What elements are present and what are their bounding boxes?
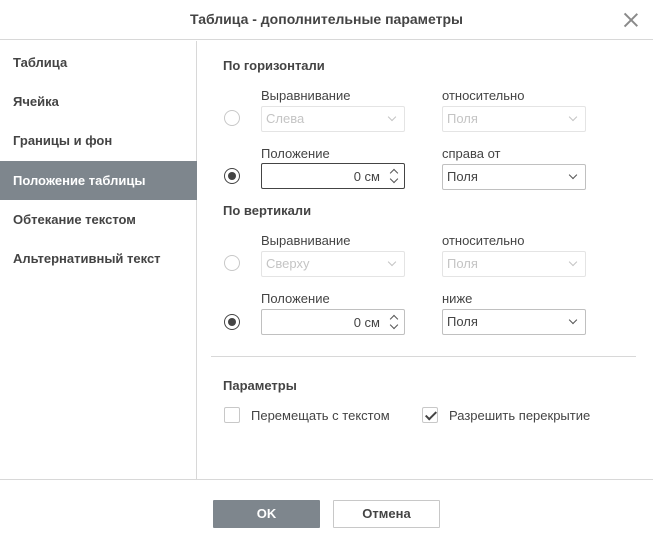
spin-down-icon[interactable] [389, 320, 399, 330]
horizontal-alignment-radio[interactable] [224, 110, 240, 126]
vertical-alignment-value: Сверху [266, 256, 310, 271]
vertical-alignment-radio[interactable] [224, 255, 240, 271]
cancel-button[interactable]: Отмена [333, 500, 440, 528]
dialog-title: Таблица - дополнительные параметры [190, 11, 463, 27]
allow-overlap-checkbox[interactable] [422, 407, 438, 423]
vertical-relative-label: относительно [442, 233, 525, 248]
table-advanced-settings-dialog: Таблица - дополнительные параметры Табли… [0, 0, 653, 535]
vertical-section-title: По вертикали [223, 203, 312, 218]
vertical-position-radio[interactable] [224, 314, 240, 330]
dialog-footer: OK Отмена [0, 479, 653, 535]
spin-down-icon[interactable] [389, 174, 399, 184]
chevron-down-icon [568, 257, 578, 267]
ok-button[interactable]: OK [213, 500, 320, 528]
horizontal-position-input[interactable]: 0 см [261, 163, 405, 189]
vertical-relative-value: Поля [447, 256, 478, 271]
sidebar: Таблица Ячейка Границы и фон Положение т… [0, 41, 197, 479]
content-panel: По горизонтали Выравнивание относительно… [198, 41, 653, 479]
sidebar-item-table[interactable]: Таблица [0, 43, 197, 82]
vertical-position-input[interactable]: 0 см [261, 309, 405, 335]
vertical-relative-select: Поля [442, 251, 586, 277]
vertical-alignment-select: Сверху [261, 251, 405, 277]
chevron-down-icon [387, 257, 397, 267]
allow-overlap-label[interactable]: Разрешить перекрытие [449, 408, 590, 423]
horizontal-right-of-label: справа от [442, 146, 501, 161]
sidebar-item-borders-background[interactable]: Границы и фон [0, 121, 197, 160]
sidebar-item-alt-text[interactable]: Альтернативный текст [0, 239, 197, 278]
chevron-down-icon [568, 315, 578, 325]
close-icon[interactable] [623, 12, 639, 28]
sidebar-item-text-wrapping[interactable]: Обтекание текстом [0, 200, 197, 239]
horizontal-relative-value: Поля [447, 111, 478, 126]
vertical-below-label: ниже [442, 291, 473, 306]
options-section-title: Параметры [223, 378, 297, 393]
vertical-position-value: 0 см [353, 315, 380, 330]
sidebar-item-cell[interactable]: Ячейка [0, 82, 197, 121]
move-with-text-checkbox[interactable] [224, 407, 240, 423]
sidebar-item-table-position[interactable]: Положение таблицы [0, 161, 197, 200]
vertical-below-value: Поля [447, 314, 478, 329]
horizontal-position-radio[interactable] [224, 168, 240, 184]
dialog-header: Таблица - дополнительные параметры [0, 0, 653, 40]
chevron-down-icon [387, 112, 397, 122]
horizontal-right-of-select[interactable]: Поля [442, 164, 586, 190]
horizontal-alignment-value: Слева [266, 111, 305, 126]
section-divider [211, 356, 636, 357]
vertical-position-label: Положение [261, 291, 330, 306]
horizontal-right-of-value: Поля [447, 169, 478, 184]
horizontal-alignment-select: Слева [261, 106, 405, 132]
move-with-text-label[interactable]: Перемещать с текстом [251, 408, 390, 423]
horizontal-relative-select: Поля [442, 106, 586, 132]
horizontal-section-title: По горизонтали [223, 58, 325, 73]
horizontal-alignment-label: Выравнивание [261, 88, 351, 103]
horizontal-position-label: Положение [261, 146, 330, 161]
chevron-down-icon [568, 170, 578, 180]
vertical-below-select[interactable]: Поля [442, 309, 586, 335]
horizontal-relative-label: относительно [442, 88, 525, 103]
horizontal-position-value: 0 см [353, 169, 380, 184]
chevron-down-icon [568, 112, 578, 122]
vertical-alignment-label: Выравнивание [261, 233, 351, 248]
